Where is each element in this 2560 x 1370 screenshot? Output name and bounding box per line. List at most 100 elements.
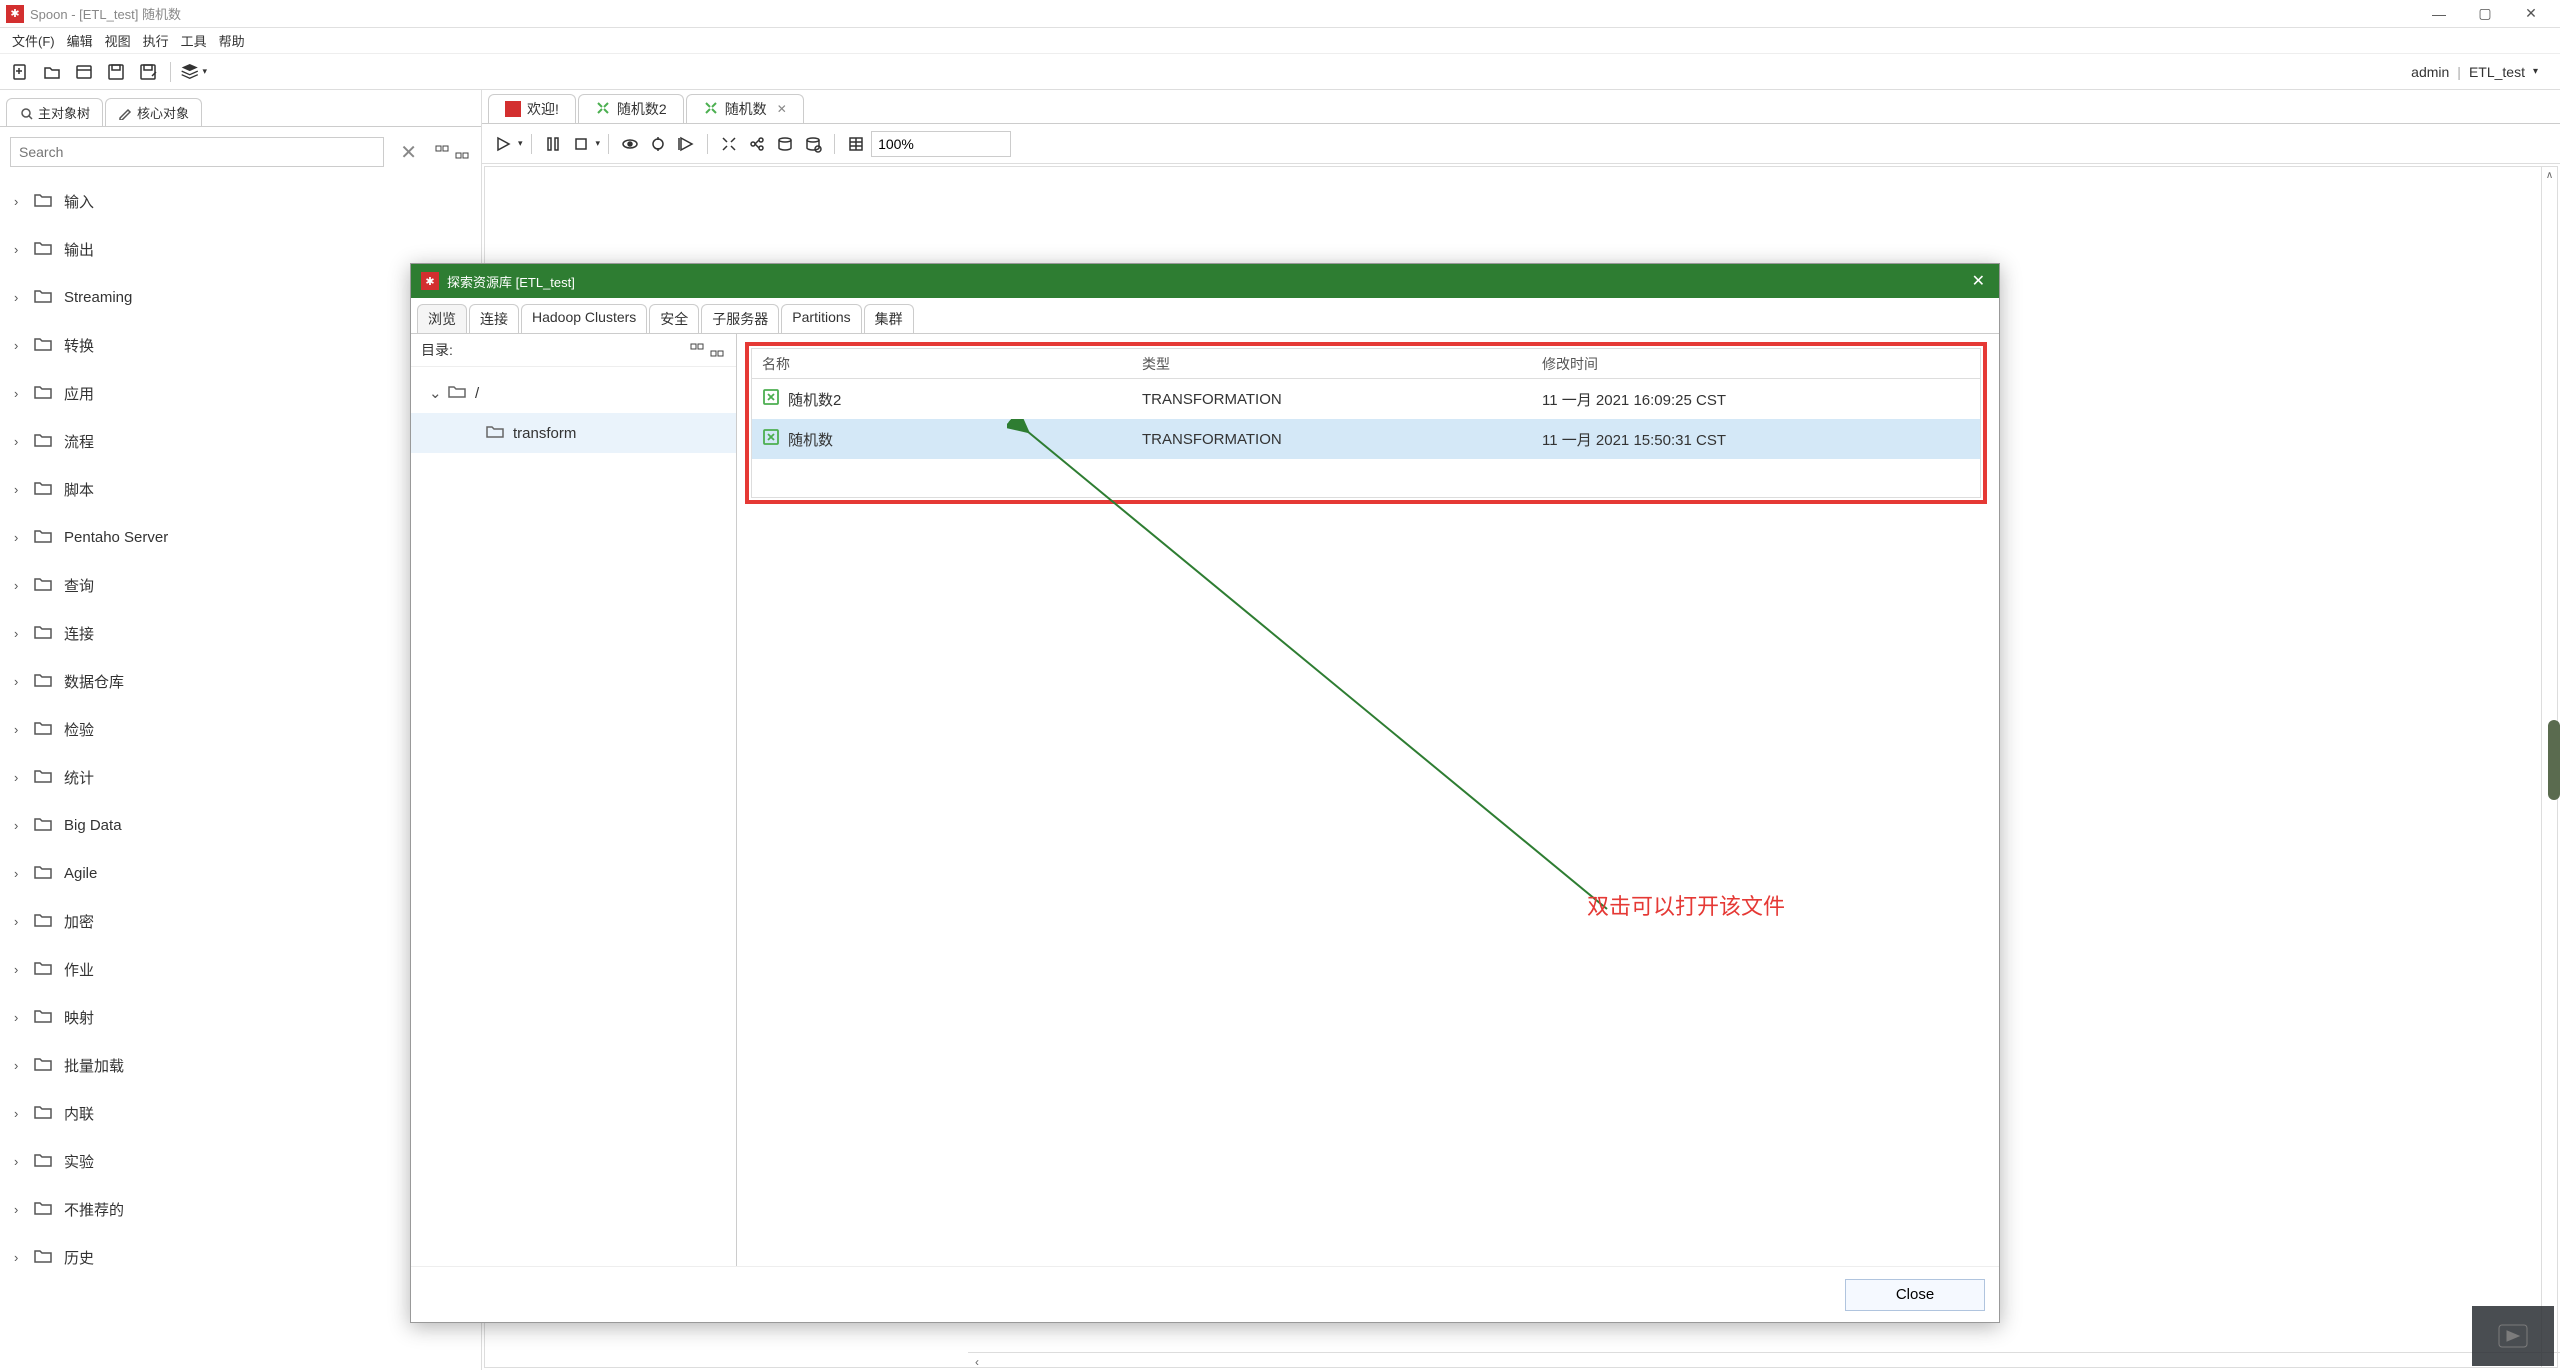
dlg-tab-partitions[interactable]: Partitions — [781, 304, 861, 333]
tree-item-label: 加密 — [64, 911, 94, 932]
dlg-tab-slaves[interactable]: 子服务器 — [701, 304, 779, 333]
tree-item[interactable]: ›转换 — [0, 321, 481, 369]
canvas-h-scrollbar[interactable]: ‹ — [968, 1352, 2560, 1370]
dir-transform[interactable]: transform — [411, 413, 736, 453]
dlg-tab-clusters[interactable]: 集群 — [864, 304, 914, 333]
user-repo-indicator[interactable]: admin | ETL_test ▾ — [2393, 64, 2556, 80]
minimize-button[interactable]: — — [2416, 0, 2462, 28]
close-button[interactable]: Close — [1845, 1279, 1985, 1311]
dlg-tab-hadoop[interactable]: Hadoop Clusters — [521, 304, 647, 333]
tab-core-objects[interactable]: 核心对象 — [105, 98, 202, 126]
stop-dropdown-icon[interactable]: ▾ — [596, 138, 601, 149]
file-modified: 11 一月 2021 16:09:25 CST — [1532, 384, 1980, 415]
tree-item-label: Big Data — [64, 817, 122, 834]
new-file-icon[interactable] — [6, 58, 34, 86]
folder-icon — [32, 1054, 54, 1077]
perspective-icon[interactable]: ▾ — [179, 58, 207, 86]
pause-icon[interactable] — [540, 131, 566, 157]
tree-item[interactable]: ›Agile — [0, 849, 481, 897]
tree-item[interactable]: ›不推荐的 — [0, 1185, 481, 1233]
clear-search-icon[interactable]: ✕ — [396, 140, 421, 165]
menu-run[interactable]: 执行 — [137, 29, 175, 52]
tree-item[interactable]: ›历史 — [0, 1233, 481, 1281]
col-type[interactable]: 类型 — [1132, 349, 1532, 378]
dlg-tab-browse[interactable]: 浏览 — [417, 304, 467, 333]
impact-icon[interactable] — [744, 131, 770, 157]
sql-icon[interactable] — [772, 131, 798, 157]
tree-item[interactable]: ›Pentaho Server — [0, 513, 481, 561]
page-scroll-thumb[interactable] — [2548, 720, 2560, 800]
tree-item[interactable]: ›映射 — [0, 993, 481, 1041]
chevron-right-icon: › — [14, 1058, 32, 1073]
tab-welcome[interactable]: 欢迎! — [488, 94, 576, 123]
col-modified[interactable]: 修改时间 — [1532, 349, 1980, 378]
zoom-select[interactable] — [871, 131, 1011, 157]
tree-item[interactable]: ›统计 — [0, 753, 481, 801]
tree-item[interactable]: ›检验 — [0, 705, 481, 753]
dialog-title-bar[interactable]: ✱ 探索资源库 [ETL_test] ✕ — [411, 264, 1999, 298]
file-name: 随机数2 — [788, 389, 841, 410]
maximize-button[interactable]: ▢ — [2462, 0, 2508, 28]
tab-random2[interactable]: 随机数2 — [578, 94, 684, 123]
dlg-expand-all-icon[interactable] — [688, 341, 706, 359]
expand-all-icon[interactable] — [433, 143, 451, 161]
table-row[interactable]: 随机数2 TRANSFORMATION 11 一月 2021 16:09:25 … — [752, 379, 1980, 419]
folder-icon — [32, 286, 54, 309]
tree-item[interactable]: ›Streaming — [0, 273, 481, 321]
table-row[interactable]: 随机数 TRANSFORMATION 11 一月 2021 15:50:31 C… — [752, 419, 1980, 459]
tree-item[interactable]: ›连接 — [0, 609, 481, 657]
open-file-icon[interactable] — [38, 58, 66, 86]
tab-random[interactable]: 随机数 ✕ — [686, 94, 804, 123]
tree-item[interactable]: ›数据仓库 — [0, 657, 481, 705]
tree-item[interactable]: ›Big Data — [0, 801, 481, 849]
tree-item[interactable]: ›输出 — [0, 225, 481, 273]
menu-edit[interactable]: 编辑 — [61, 29, 99, 52]
preview-icon[interactable] — [617, 131, 643, 157]
menu-view[interactable]: 视图 — [99, 29, 137, 52]
tree-item[interactable]: ›批量加载 — [0, 1041, 481, 1089]
scroll-left-icon[interactable]: ‹ — [968, 1355, 986, 1369]
run-dropdown-icon[interactable]: ▾ — [518, 138, 523, 149]
col-name[interactable]: 名称 — [752, 349, 1132, 378]
menu-help[interactable]: 帮助 — [213, 29, 251, 52]
run-icon[interactable] — [490, 131, 516, 157]
menu-tools[interactable]: 工具 — [175, 29, 213, 52]
menu-file[interactable]: 文件(F) — [6, 29, 61, 52]
debug-icon[interactable] — [645, 131, 671, 157]
tree-item[interactable]: ›作业 — [0, 945, 481, 993]
tree-item[interactable]: ›应用 — [0, 369, 481, 417]
verify-icon[interactable] — [716, 131, 742, 157]
dlg-tab-security[interactable]: 安全 — [649, 304, 699, 333]
save-icon[interactable] — [102, 58, 130, 86]
collapse-all-icon[interactable] — [453, 143, 471, 161]
scroll-up-icon[interactable]: ∧ — [2542, 167, 2557, 183]
main-toolbar: ▾ admin | ETL_test ▾ — [0, 54, 2560, 90]
dlg-collapse-all-icon[interactable] — [708, 341, 726, 359]
close-window-button[interactable]: ✕ — [2508, 0, 2554, 28]
tree-item[interactable]: ›查询 — [0, 561, 481, 609]
tree-item[interactable]: ›内联 — [0, 1089, 481, 1137]
dir-root[interactable]: ⌄ / — [411, 373, 736, 413]
show-results-icon[interactable] — [843, 131, 869, 157]
folder-icon — [447, 382, 467, 404]
tree-item[interactable]: ›输入 — [0, 177, 481, 225]
stop-icon[interactable] — [568, 131, 594, 157]
dialog-close-icon[interactable]: ✕ — [1968, 271, 1989, 291]
toolbar-separator — [834, 134, 835, 154]
left-tree[interactable]: ›输入›输出›Streaming›转换›应用›流程›脚本›Pentaho Ser… — [0, 173, 481, 1370]
dialog-directory-tree[interactable]: ⌄ / transform — [411, 367, 736, 1266]
dlg-tab-connections[interactable]: 连接 — [469, 304, 519, 333]
tree-item[interactable]: ›流程 — [0, 417, 481, 465]
folder-icon — [32, 334, 54, 357]
repo-dropdown-icon[interactable]: ▾ — [2533, 66, 2538, 77]
tab-main-tree[interactable]: 主对象树 — [6, 98, 103, 126]
explore-db-icon[interactable] — [800, 131, 826, 157]
tree-item[interactable]: ›实验 — [0, 1137, 481, 1185]
tree-item[interactable]: ›加密 — [0, 897, 481, 945]
search-input[interactable] — [10, 137, 384, 167]
explore-repo-icon[interactable] — [70, 58, 98, 86]
replay-icon[interactable] — [673, 131, 699, 157]
tree-item[interactable]: ›脚本 — [0, 465, 481, 513]
close-tab-icon[interactable]: ✕ — [777, 102, 787, 116]
save-as-icon[interactable] — [134, 58, 162, 86]
